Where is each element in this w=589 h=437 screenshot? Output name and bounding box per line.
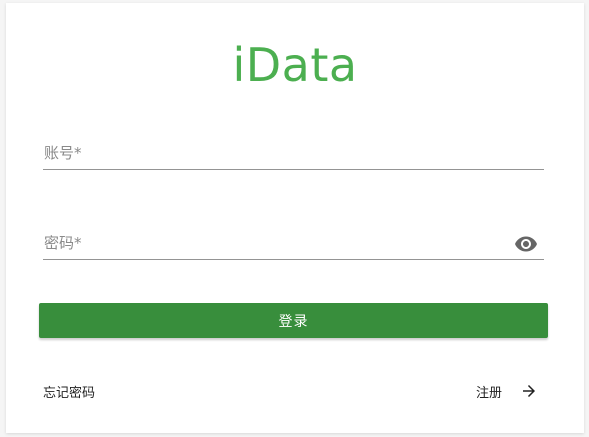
app-logo: iData — [232, 38, 358, 92]
register-label: 注册 — [476, 385, 503, 401]
account-field[interactable]: 账号* — [43, 137, 548, 171]
login-card: iData 账号* 密码* 登录 忘记密码 注册 — [6, 3, 584, 433]
login-button[interactable]: 登录 — [39, 303, 548, 338]
forgot-password-link[interactable]: 忘记密码 — [43, 382, 95, 401]
eye-icon[interactable] — [514, 232, 538, 256]
register-link[interactable]: 注册 — [476, 381, 538, 401]
password-field[interactable]: 密码* — [43, 227, 548, 261]
arrow-right-icon — [523, 385, 536, 397]
password-input[interactable] — [43, 227, 548, 261]
account-input[interactable] — [43, 137, 548, 171]
